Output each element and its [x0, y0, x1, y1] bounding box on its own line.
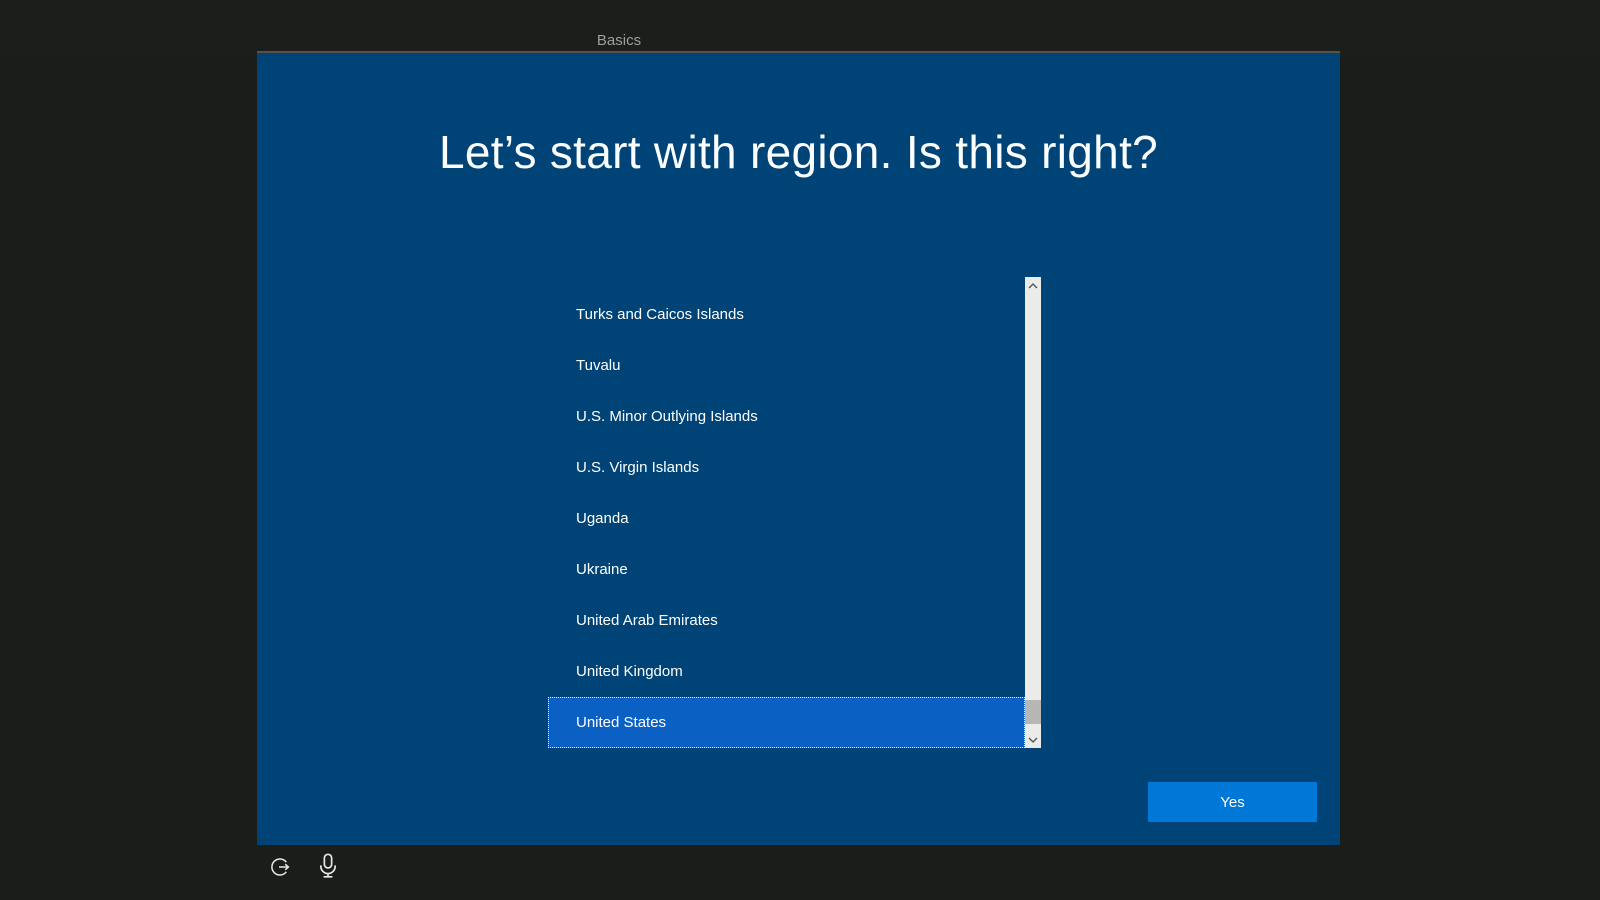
microphone-icon — [317, 853, 339, 879]
region-list-rows: Turks and Caicos IslandsTuvaluU.S. Minor… — [548, 289, 1025, 748]
region-option-united-arab-emirates[interactable]: United Arab Emirates — [548, 595, 1025, 646]
ease-of-access-button[interactable] — [268, 855, 292, 884]
page-title: Let’s start with region. Is this right? — [257, 125, 1340, 179]
scroll-up-button[interactable] — [1025, 278, 1041, 293]
region-option-tuvalu[interactable]: Tuvalu — [548, 340, 1025, 391]
region-list[interactable]: Turks and Caicos IslandsTuvaluU.S. Minor… — [548, 277, 1041, 748]
scrollbar-thumb[interactable] — [1025, 700, 1041, 724]
top-bar — [0, 0, 1600, 53]
region-option-uganda[interactable]: Uganda — [548, 493, 1025, 544]
region-option-u-s-virgin-islands[interactable]: U.S. Virgin Islands — [548, 442, 1025, 493]
tab-basics-label: Basics — [597, 32, 641, 49]
region-list-scrollbar[interactable] — [1025, 277, 1041, 748]
ease-of-access-icon — [268, 855, 292, 879]
chevron-up-icon — [1028, 283, 1038, 289]
region-option-ukraine[interactable]: Ukraine — [548, 544, 1025, 595]
region-option-turks-and-caicos-islands[interactable]: Turks and Caicos Islands — [548, 289, 1025, 340]
setup-panel: Let’s start with region. Is this right? … — [257, 53, 1340, 845]
region-option-united-states[interactable]: United States — [548, 697, 1025, 748]
microphone-button[interactable] — [317, 853, 339, 884]
chevron-down-icon — [1028, 737, 1038, 743]
yes-button-label: Yes — [1220, 794, 1244, 811]
scroll-down-button[interactable] — [1025, 732, 1041, 747]
region-option-u-s-minor-outlying-islands[interactable]: U.S. Minor Outlying Islands — [548, 391, 1025, 442]
region-option-united-kingdom[interactable]: United Kingdom — [548, 646, 1025, 697]
yes-button[interactable]: Yes — [1148, 782, 1317, 822]
